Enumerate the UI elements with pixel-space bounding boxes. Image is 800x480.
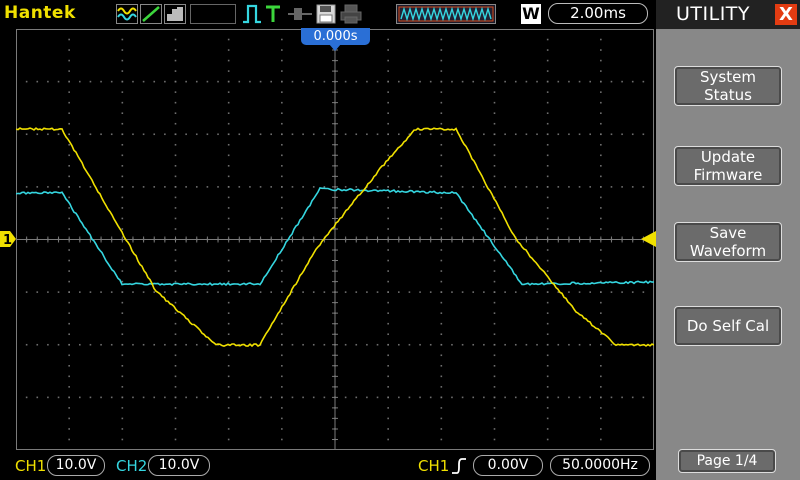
utility-menu-panel: UTILITY X System Status Update Firmware … (656, 0, 800, 480)
print-icon (340, 4, 362, 24)
trigger-level-readout[interactable]: 0.00V (473, 455, 543, 476)
close-icon[interactable]: X (775, 4, 797, 25)
probe-icon (287, 4, 313, 24)
save-icon (316, 4, 336, 24)
waveform-display (16, 29, 654, 450)
display-icon (164, 4, 186, 24)
save-waveform-button[interactable]: Save Waveform (674, 222, 782, 262)
system-status-button[interactable]: System Status (674, 66, 782, 106)
ramp-icon (140, 4, 162, 24)
ch1-marker-label: 1 (3, 233, 12, 247)
frequency-readout: 50.0000Hz (550, 455, 650, 476)
ch1-level-marker[interactable]: 1 (0, 231, 17, 247)
ch1-scale[interactable]: 10.0V (47, 455, 105, 476)
trigger-level-marker[interactable] (641, 231, 656, 247)
status-blank-box (190, 4, 236, 24)
ch1-label: CH1 (15, 457, 46, 475)
top-status-bar: Hantek W 2.00ms (0, 0, 656, 28)
trigger-edge-icon (242, 4, 262, 24)
memory-depth-icon (396, 4, 496, 24)
brand-logo: Hantek (4, 3, 76, 23)
trigger-t-icon (264, 4, 282, 24)
update-firmware-button[interactable]: Update Firmware (674, 146, 782, 186)
trigger-source-label: CH1 (418, 457, 449, 475)
self-cal-button[interactable]: Do Self Cal (674, 306, 782, 346)
ch2-scale[interactable]: 10.0V (148, 455, 210, 476)
page-indicator-button[interactable]: Page 1/4 (678, 449, 776, 473)
ch2-label: CH2 (116, 457, 147, 475)
trigger-slope-icon (451, 457, 467, 475)
menu-title-text: UTILITY (676, 3, 750, 25)
trigger-position-marker[interactable]: 0.000s (301, 28, 370, 45)
trigger-position-arrow (329, 44, 341, 51)
graticule (16, 29, 654, 450)
bottom-status-bar: CH1 10.0V CH2 10.0V CH1 0.00V 50.0000Hz (0, 452, 656, 480)
acquire-mode-badge: W (521, 4, 541, 24)
timebase-readout[interactable]: 2.00ms (548, 3, 648, 24)
waveform-mode-icon (116, 4, 138, 24)
